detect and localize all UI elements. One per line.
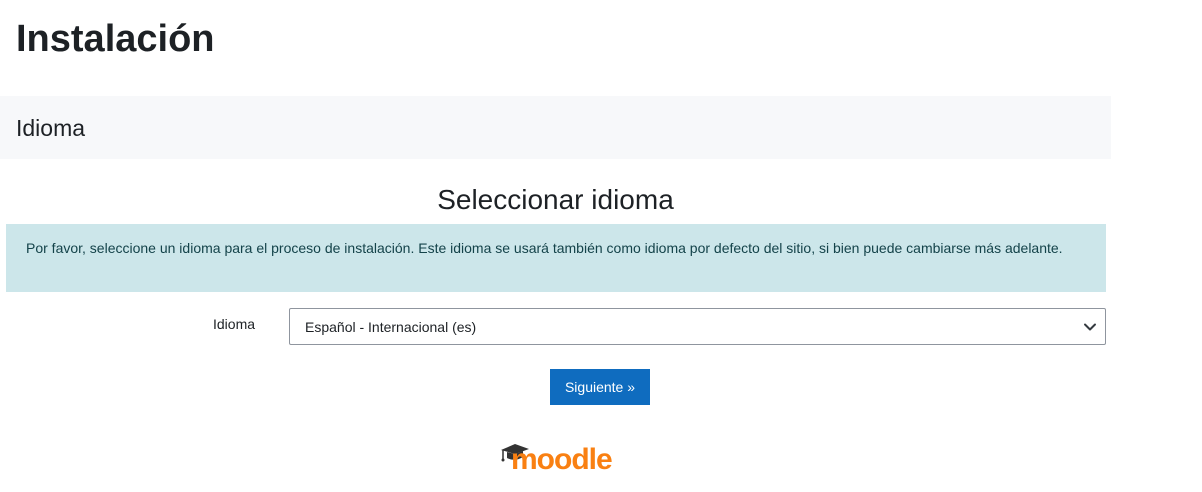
language-label: Idioma (213, 316, 256, 332)
info-alert: Por favor, seleccione un idioma para el … (6, 224, 1106, 292)
section-header: Idioma (0, 96, 1111, 159)
stage-heading: Seleccionar idioma (437, 184, 674, 215)
next-button[interactable]: Siguiente » (550, 369, 650, 405)
chevron-down-icon (1084, 323, 1096, 331)
page-title: Instalación (16, 18, 215, 60)
moodle-logo: moodle (501, 443, 613, 472)
language-select-value: Español - Internacional (es) (305, 318, 477, 335)
moodle-logo-text: moodle (511, 443, 612, 472)
alert-text: Por favor, seleccione un idioma para el … (26, 240, 1063, 256)
section-title: Idioma (16, 115, 86, 141)
language-select[interactable]: Español - Internacional (es) (289, 308, 1106, 345)
install-page: Instalación Idioma Seleccionar idioma Po… (0, 0, 1202, 492)
